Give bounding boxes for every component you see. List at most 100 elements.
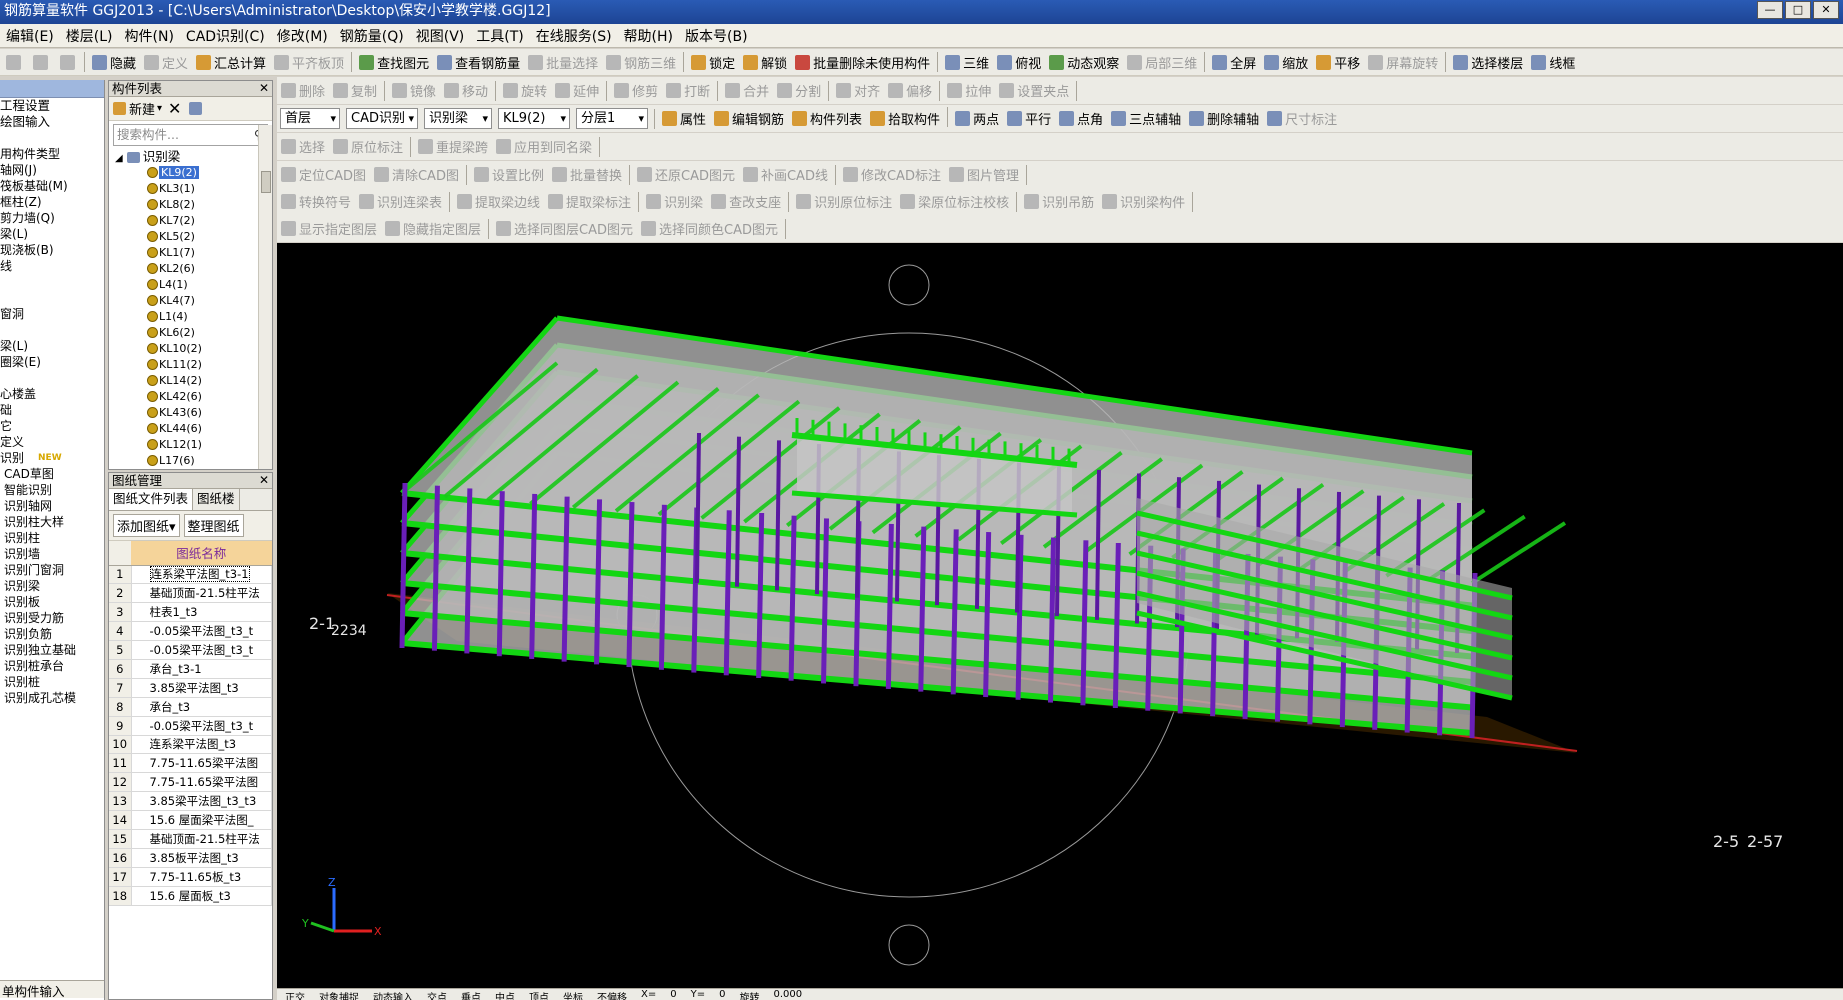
menu-item-9[interactable]: 帮助(H) xyxy=(618,26,679,46)
menu-item-3[interactable]: CAD识别(C) xyxy=(180,26,271,46)
component-item[interactable]: L4(1) xyxy=(109,277,272,293)
component-search-input[interactable]: 搜索构件...⚲ xyxy=(113,124,268,146)
toolbar5-button-1[interactable]: 清除CAD图 xyxy=(370,163,463,187)
save-icon[interactable] xyxy=(6,54,21,70)
menu-item-8[interactable]: 在线服务(S) xyxy=(530,26,618,46)
nav-item-14[interactable] xyxy=(0,322,104,338)
tab-drawing-files[interactable]: 图纸文件列表 xyxy=(109,489,194,510)
toolbar3-button-5[interactable]: 平行 xyxy=(1003,107,1055,131)
drawing-row[interactable]: 12 7.75-11.65梁平法图 xyxy=(109,772,272,793)
status-item-14[interactable]: 0.000 xyxy=(773,989,802,1000)
orbit-handle-bottom[interactable] xyxy=(888,924,930,966)
tree-root[interactable]: ◢ 识别梁 xyxy=(109,149,272,165)
toolbar4-button-1[interactable]: 原位标注 xyxy=(329,135,407,159)
toolbar2-button-7[interactable]: 打断 xyxy=(662,79,714,103)
drawing-row[interactable]: 15 基础顶面-21.5柱平法 xyxy=(109,829,272,849)
building-3d-model[interactable]: 2-1 2234 2-5 2-57 Z X Y xyxy=(277,243,1843,990)
toolbar5-button-3[interactable]: 批量替换 xyxy=(548,163,626,187)
nav-item-15[interactable]: 梁(L) xyxy=(0,338,104,354)
drawing-name-cell[interactable]: 3.85梁平法图_t3_t3 xyxy=(131,791,272,812)
nav-item-8[interactable]: 梁(L) xyxy=(0,226,104,242)
tab-drawing-floors[interactable]: 图纸楼 xyxy=(193,489,240,510)
nav-item-36[interactable]: 识别桩 xyxy=(0,674,104,690)
drawing-name-cell[interactable]: 承台_t3-1 xyxy=(131,659,272,679)
status-item-7[interactable]: 坐标 xyxy=(563,989,583,1000)
status-item-8[interactable]: 不偏移 xyxy=(597,989,627,1000)
component-item[interactable]: KL43(6) xyxy=(109,405,272,421)
toolbar1-button-3[interactable]: 平齐板顶 xyxy=(270,50,348,74)
component-item[interactable]: KL4(7) xyxy=(109,293,272,309)
drawing-row[interactable]: 4 -0.05梁平法图_t3_t xyxy=(109,621,272,642)
menu-item-5[interactable]: 钢筋量(Q) xyxy=(334,26,410,46)
toolbar6-button-8[interactable]: 识别吊筋 xyxy=(1020,190,1098,214)
toolbar5-button-4[interactable]: 还原CAD图元 xyxy=(633,163,739,187)
toolbar1-button-1[interactable]: 定义 xyxy=(140,50,192,74)
status-item-11[interactable]: Y= xyxy=(691,989,706,1000)
component-item[interactable]: KL3(1) xyxy=(109,181,272,197)
toolbar6-button-9[interactable]: 识别梁构件 xyxy=(1098,190,1189,214)
drawing-name-cell[interactable]: -0.05梁平法图_t3_t xyxy=(131,640,272,660)
minimize-button[interactable]: — xyxy=(1757,1,1783,19)
drawing-row[interactable]: 18 15.6 屋面板_t3 xyxy=(109,886,272,906)
drawing-row[interactable]: 8 承台_t3 xyxy=(109,697,272,717)
status-item-9[interactable]: X= xyxy=(641,989,656,1000)
nav-item-35[interactable]: 识别桩承台 xyxy=(0,658,104,674)
toolbar1-button-14[interactable]: 局部三维 xyxy=(1123,50,1201,74)
toolbar6-button-2[interactable]: 提取梁边线 xyxy=(453,190,544,214)
toolbar6-button-3[interactable]: 提取梁标注 xyxy=(544,190,635,214)
drawing-name-cell[interactable]: 基础顶面-21.5柱平法 xyxy=(131,583,272,604)
drawing-name-cell[interactable]: 3.85梁平法图_t3 xyxy=(131,678,272,698)
toolbar2-button-3[interactable]: 移动 xyxy=(440,79,492,103)
status-item-1[interactable]: 对象捕捉 xyxy=(319,989,359,1000)
toolbar1-button-2[interactable]: 汇总计算 xyxy=(192,50,270,74)
nav-item-23[interactable]: CAD草图 xyxy=(0,466,104,482)
drawing-row[interactable]: 17 7.75-11.65板_t3 xyxy=(109,867,272,887)
maximize-button[interactable]: □ xyxy=(1785,1,1811,19)
menu-item-1[interactable]: 楼层(L) xyxy=(60,26,119,46)
menu-item-7[interactable]: 工具(T) xyxy=(470,26,529,46)
component-item[interactable]: KL1(7) xyxy=(109,245,272,261)
toolbar2-button-9[interactable]: 分割 xyxy=(773,79,825,103)
nav-item-18[interactable]: 心楼盖 xyxy=(0,386,104,402)
toolbar1-button-0[interactable]: 隐藏 xyxy=(88,50,140,74)
drawing-row[interactable]: 5 -0.05梁平法图_t3_t xyxy=(109,640,272,660)
component-item[interactable]: KL12(1) xyxy=(109,437,272,453)
nav-item-29[interactable]: 识别门窗洞 xyxy=(0,562,104,578)
nav-item-25[interactable]: 识别轴网 xyxy=(0,498,104,514)
drawing-name-cell[interactable]: -0.05梁平法图_t3_t xyxy=(131,621,272,642)
close-icon[interactable]: ✕ xyxy=(259,473,269,488)
drawing-name-cell[interactable]: -0.05梁平法图_t3_t xyxy=(131,716,272,736)
close-icon[interactable]: ✕ xyxy=(259,81,269,96)
nav-item-27[interactable]: 识别柱 xyxy=(0,530,104,546)
nav-item-16[interactable]: 圈梁(E) xyxy=(0,354,104,370)
menu-item-2[interactable]: 构件(N) xyxy=(119,26,180,46)
nav-item-11[interactable] xyxy=(0,274,104,290)
drawing-name-cell[interactable]: 承台_t3 xyxy=(131,697,272,717)
toolbar3-button-2[interactable]: 构件列表 xyxy=(788,107,866,131)
toolbar6-button-7[interactable]: 梁原位标注校核 xyxy=(896,190,1013,214)
drawing-name-cell[interactable]: 15.6 屋面梁平法图_ xyxy=(131,810,272,830)
nav-item-21[interactable]: 定义 xyxy=(0,434,104,450)
menu-item-10[interactable]: 版本号(B) xyxy=(679,26,754,46)
3d-view-canvas[interactable]: 2-1 2234 2-5 2-57 Z X Y xyxy=(277,243,1843,990)
drawing-name-cell[interactable]: 3.85板平法图_t3 xyxy=(131,848,272,868)
component-item[interactable]: KL10(2) xyxy=(109,341,272,357)
drawing-name-cell[interactable]: 7.75-11.65板_t3 xyxy=(131,867,272,887)
drawing-row[interactable]: 9 -0.05梁平法图_t3_t xyxy=(109,716,272,736)
toolbar1-button-19[interactable]: 选择楼层 xyxy=(1449,50,1527,74)
close-button[interactable]: ✕ xyxy=(1813,1,1839,19)
nav-item-6[interactable]: 框柱(Z) xyxy=(0,194,104,210)
toolbar1-button-8[interactable]: 锁定 xyxy=(687,50,739,74)
nav-item-10[interactable]: 线 xyxy=(0,258,104,274)
toolbar1-button-10[interactable]: 批量删除未使用构件 xyxy=(791,50,934,74)
nav-item-30[interactable]: 识别梁 xyxy=(0,578,104,594)
toolbar1-button-15[interactable]: 全屏 xyxy=(1208,50,1260,74)
status-item-12[interactable]: 0 xyxy=(719,989,725,1000)
undo-icon[interactable] xyxy=(33,54,48,70)
toolbar1-button-13[interactable]: 动态观察 xyxy=(1045,50,1123,74)
toolbar3-button-6[interactable]: 点角 xyxy=(1055,107,1107,131)
nav-item-32[interactable]: 识别受力筋 xyxy=(0,610,104,626)
component-item[interactable]: KL2(6) xyxy=(109,261,272,277)
nav-item-24[interactable]: 智能识别 xyxy=(0,482,104,498)
nav-item-12[interactable] xyxy=(0,290,104,306)
